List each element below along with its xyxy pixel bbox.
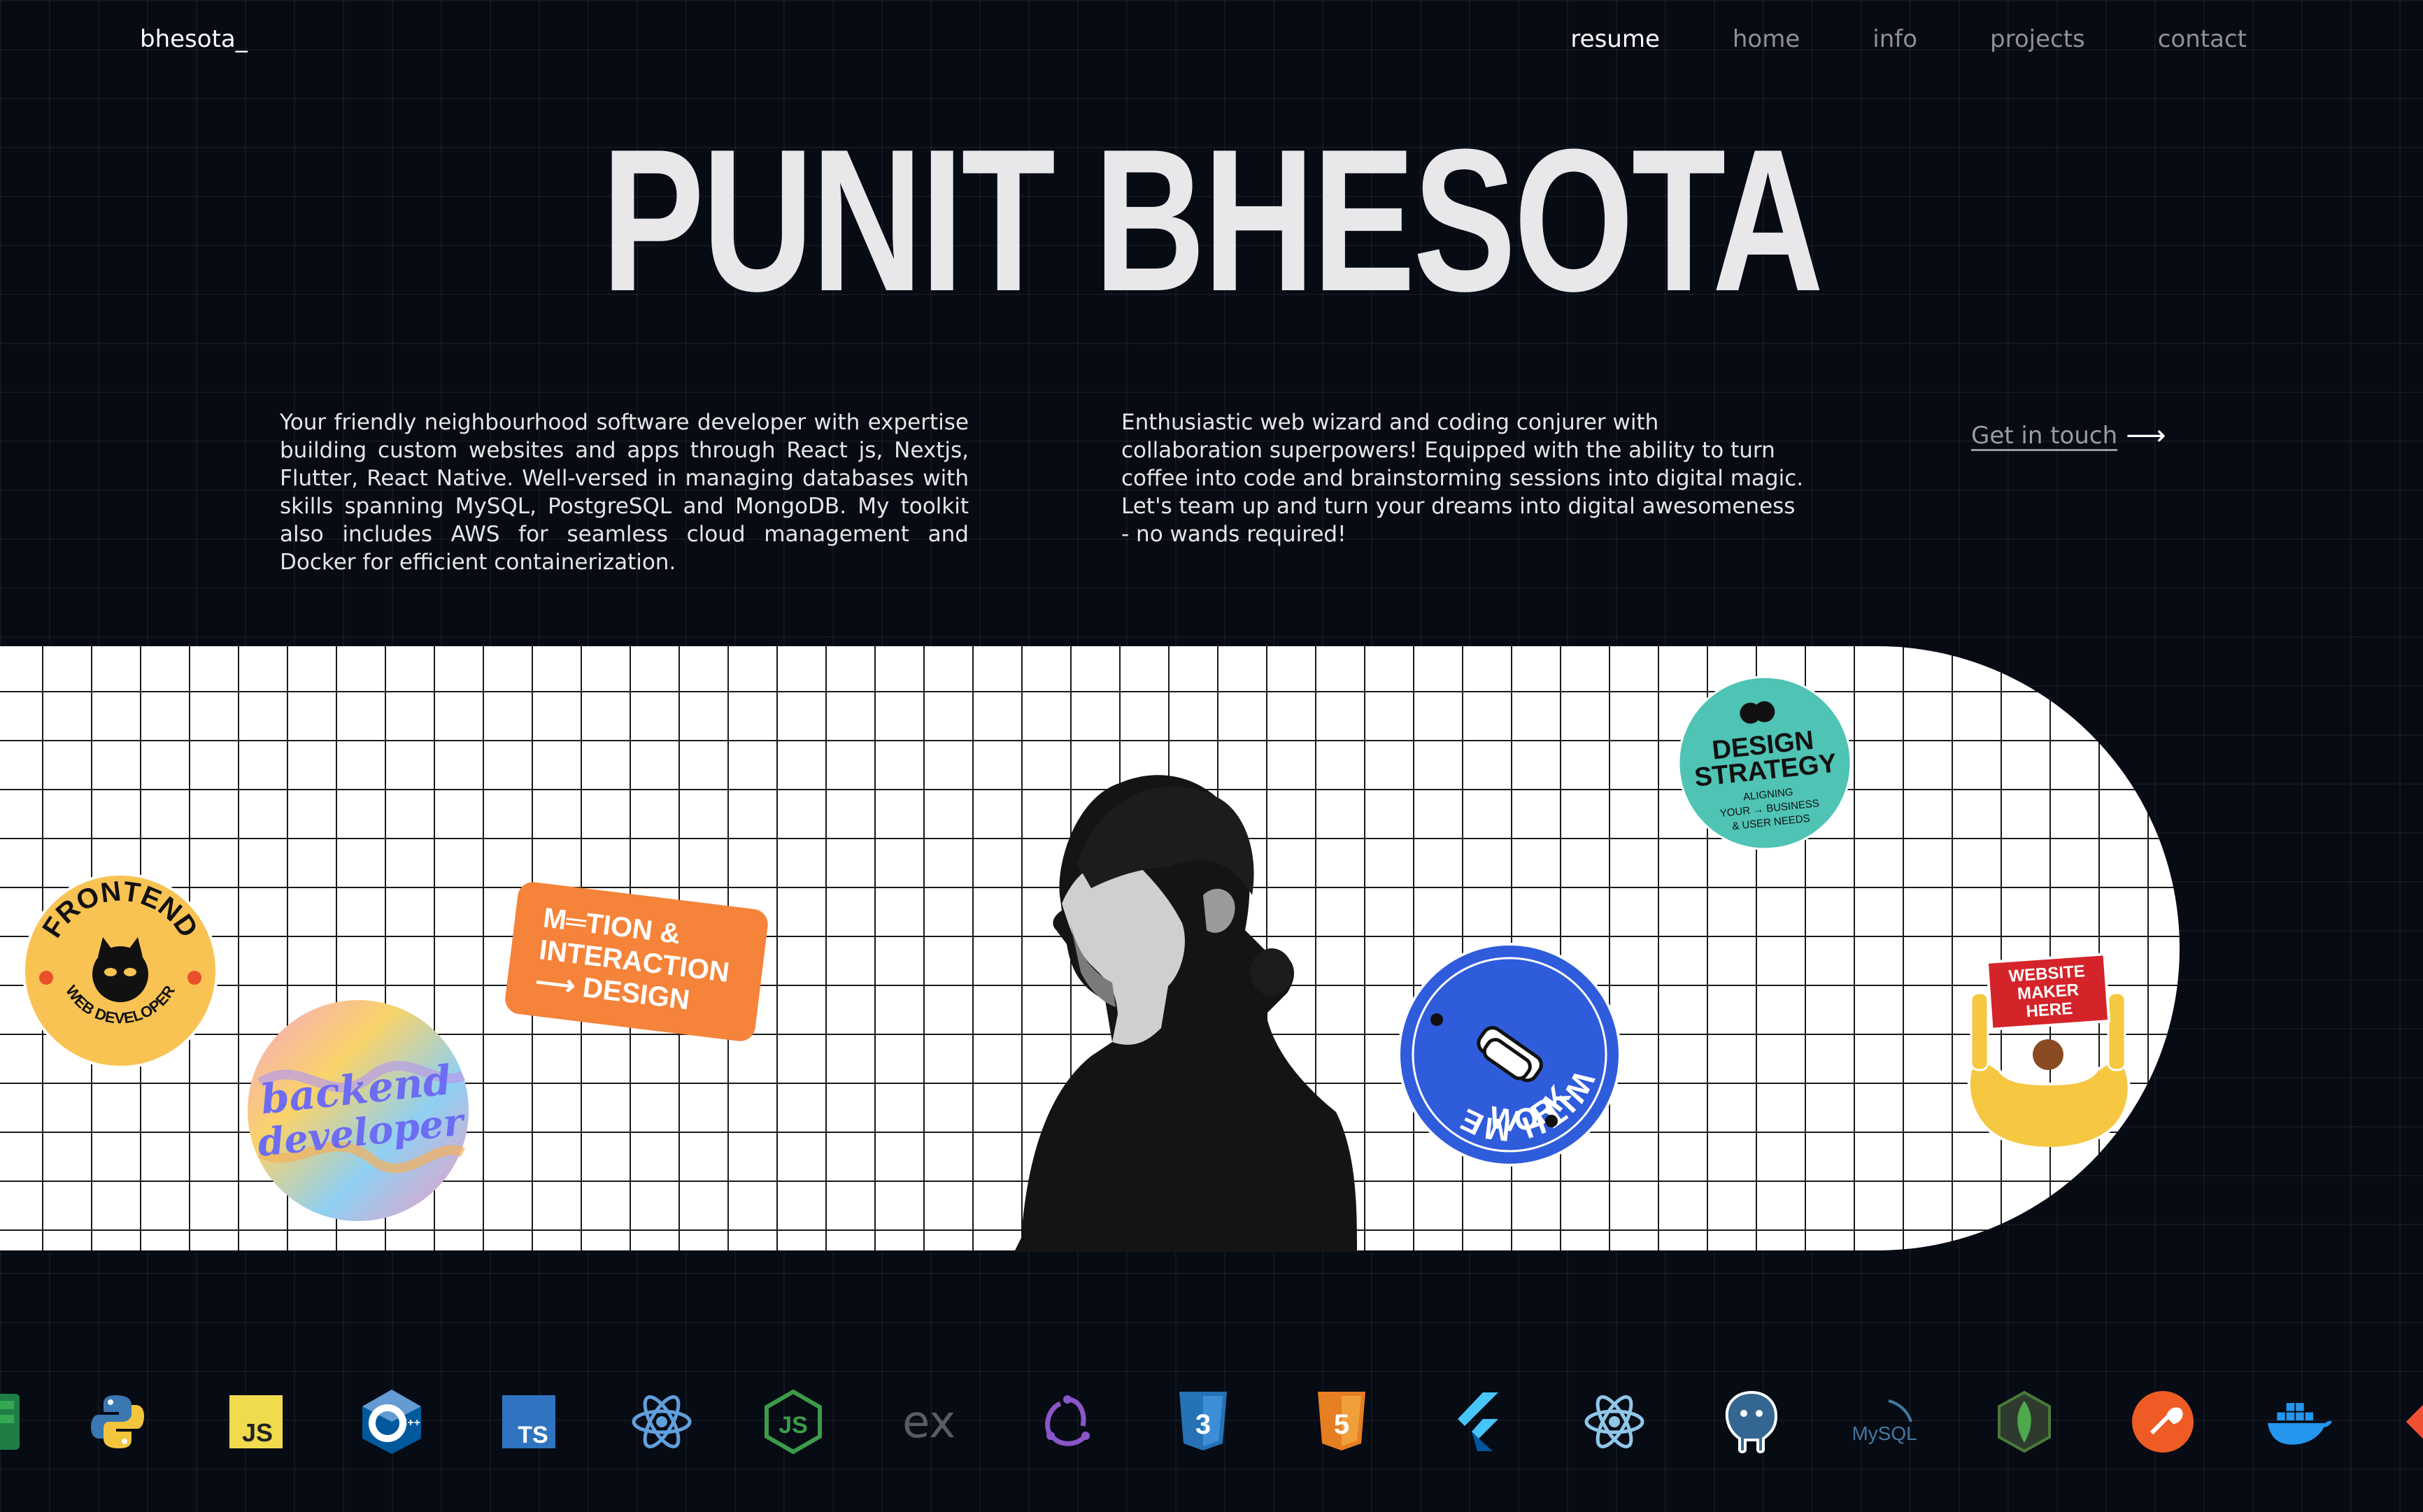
nodejs-icon: JS	[760, 1388, 827, 1455]
tech-stack-strip: JS C++ TS JS ex 3 5 MySQL	[0, 1388, 2423, 1458]
main-nav: resume home info projects contact	[1570, 25, 2247, 53]
postman-icon	[2129, 1388, 2196, 1455]
design-strategy-sticker: DESIGN STRATEGY ALIGNING YOUR → BUSINESS…	[1677, 676, 1852, 850]
mysql-label: MySQL	[1854, 1422, 1917, 1444]
svg-text:JS: JS	[779, 1412, 808, 1439]
tagline-paragraph: Enthusiastic web wizard and coding conju…	[1121, 410, 1804, 547]
backend-sticker: backend developer	[248, 1000, 469, 1221]
get-in-touch-label: Get in touch	[1971, 422, 2118, 450]
flutter-icon	[1444, 1388, 1511, 1455]
javascript-label: JS	[242, 1418, 273, 1447]
typescript-icon: TS	[495, 1388, 562, 1455]
typescript-label: TS	[518, 1422, 548, 1448]
profile-portrait	[1014, 775, 1357, 1252]
python-icon	[84, 1388, 151, 1455]
website-maker-sticker: WEBSITE MAKER HERE	[1967, 953, 2131, 1147]
nav-item-contact[interactable]: contact	[2158, 25, 2247, 53]
html5-icon: 5	[1308, 1388, 1375, 1455]
intro-paragraph: Your friendly neighbourhood software dev…	[280, 410, 969, 575]
excel-icon	[0, 1388, 25, 1455]
express-label: ex	[902, 1397, 955, 1448]
git-icon	[2392, 1388, 2423, 1455]
hero-title: PUNIT BHESOTA	[601, 107, 1824, 334]
express-icon: ex	[895, 1388, 962, 1455]
svg-text:3: 3	[1195, 1409, 1211, 1440]
mongodb-icon	[1991, 1388, 2058, 1455]
svg-text:5: 5	[1334, 1409, 1349, 1440]
javascript-icon: JS	[222, 1388, 290, 1455]
site-logo[interactable]: bhesota_	[140, 25, 248, 53]
docker-icon	[2265, 1388, 2332, 1455]
nav-item-info[interactable]: info	[1873, 25, 1917, 53]
nav-item-resume[interactable]: resume	[1570, 25, 1659, 53]
postgresql-icon	[1718, 1388, 1785, 1455]
work-with-me-sticker: WITH ME WORK	[1398, 943, 1621, 1167]
nav-item-home[interactable]: home	[1733, 25, 1800, 53]
nav-item-projects[interactable]: projects	[1990, 25, 2085, 53]
css3-icon: 3	[1170, 1388, 1237, 1455]
get-in-touch-link[interactable]: Get in touch ⟶	[1971, 420, 2166, 452]
mysql-icon: MySQL	[1854, 1388, 1921, 1455]
cplusplus-icon: C++	[358, 1388, 425, 1455]
react-icon	[628, 1388, 695, 1455]
arrow-right-icon: ⟶	[2126, 420, 2166, 452]
react-native-icon	[1581, 1388, 1648, 1455]
maker-sticker-line3: HERE	[2026, 999, 2073, 1022]
frontend-sticker: FRONTEND WEB DEVELOPER	[22, 873, 218, 1069]
cplusplus-label: C++	[399, 1417, 420, 1429]
redux-icon	[1034, 1388, 1101, 1455]
